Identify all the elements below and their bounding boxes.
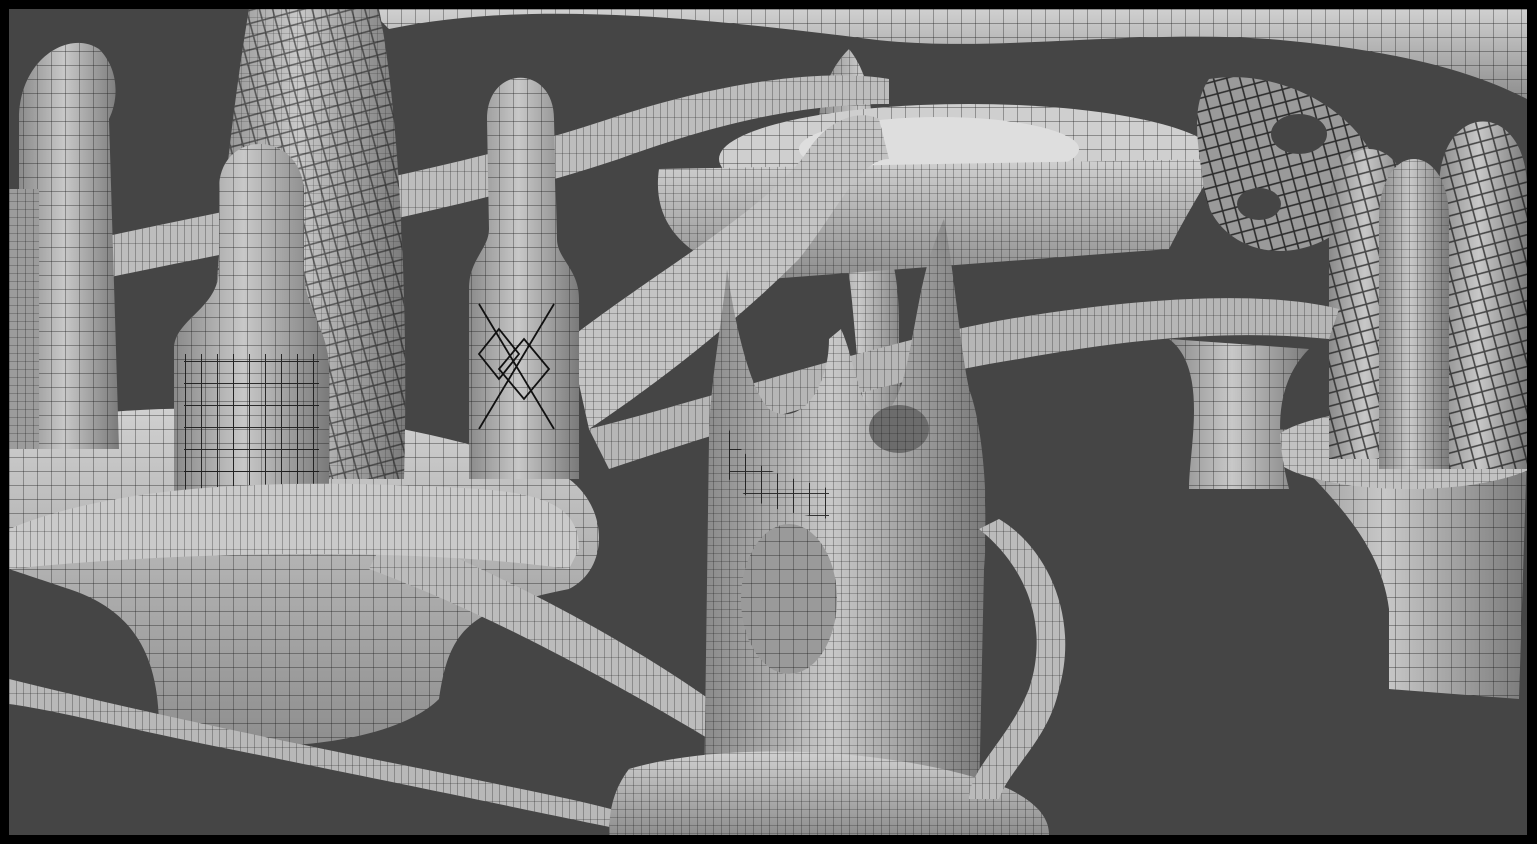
right-arched-towers[interactable] xyxy=(1329,121,1527,470)
left-tower-cluster[interactable] xyxy=(9,42,119,449)
viewport-frame xyxy=(0,0,1537,844)
scene-render[interactable] xyxy=(9,9,1527,835)
3d-viewport[interactable] xyxy=(9,9,1527,835)
